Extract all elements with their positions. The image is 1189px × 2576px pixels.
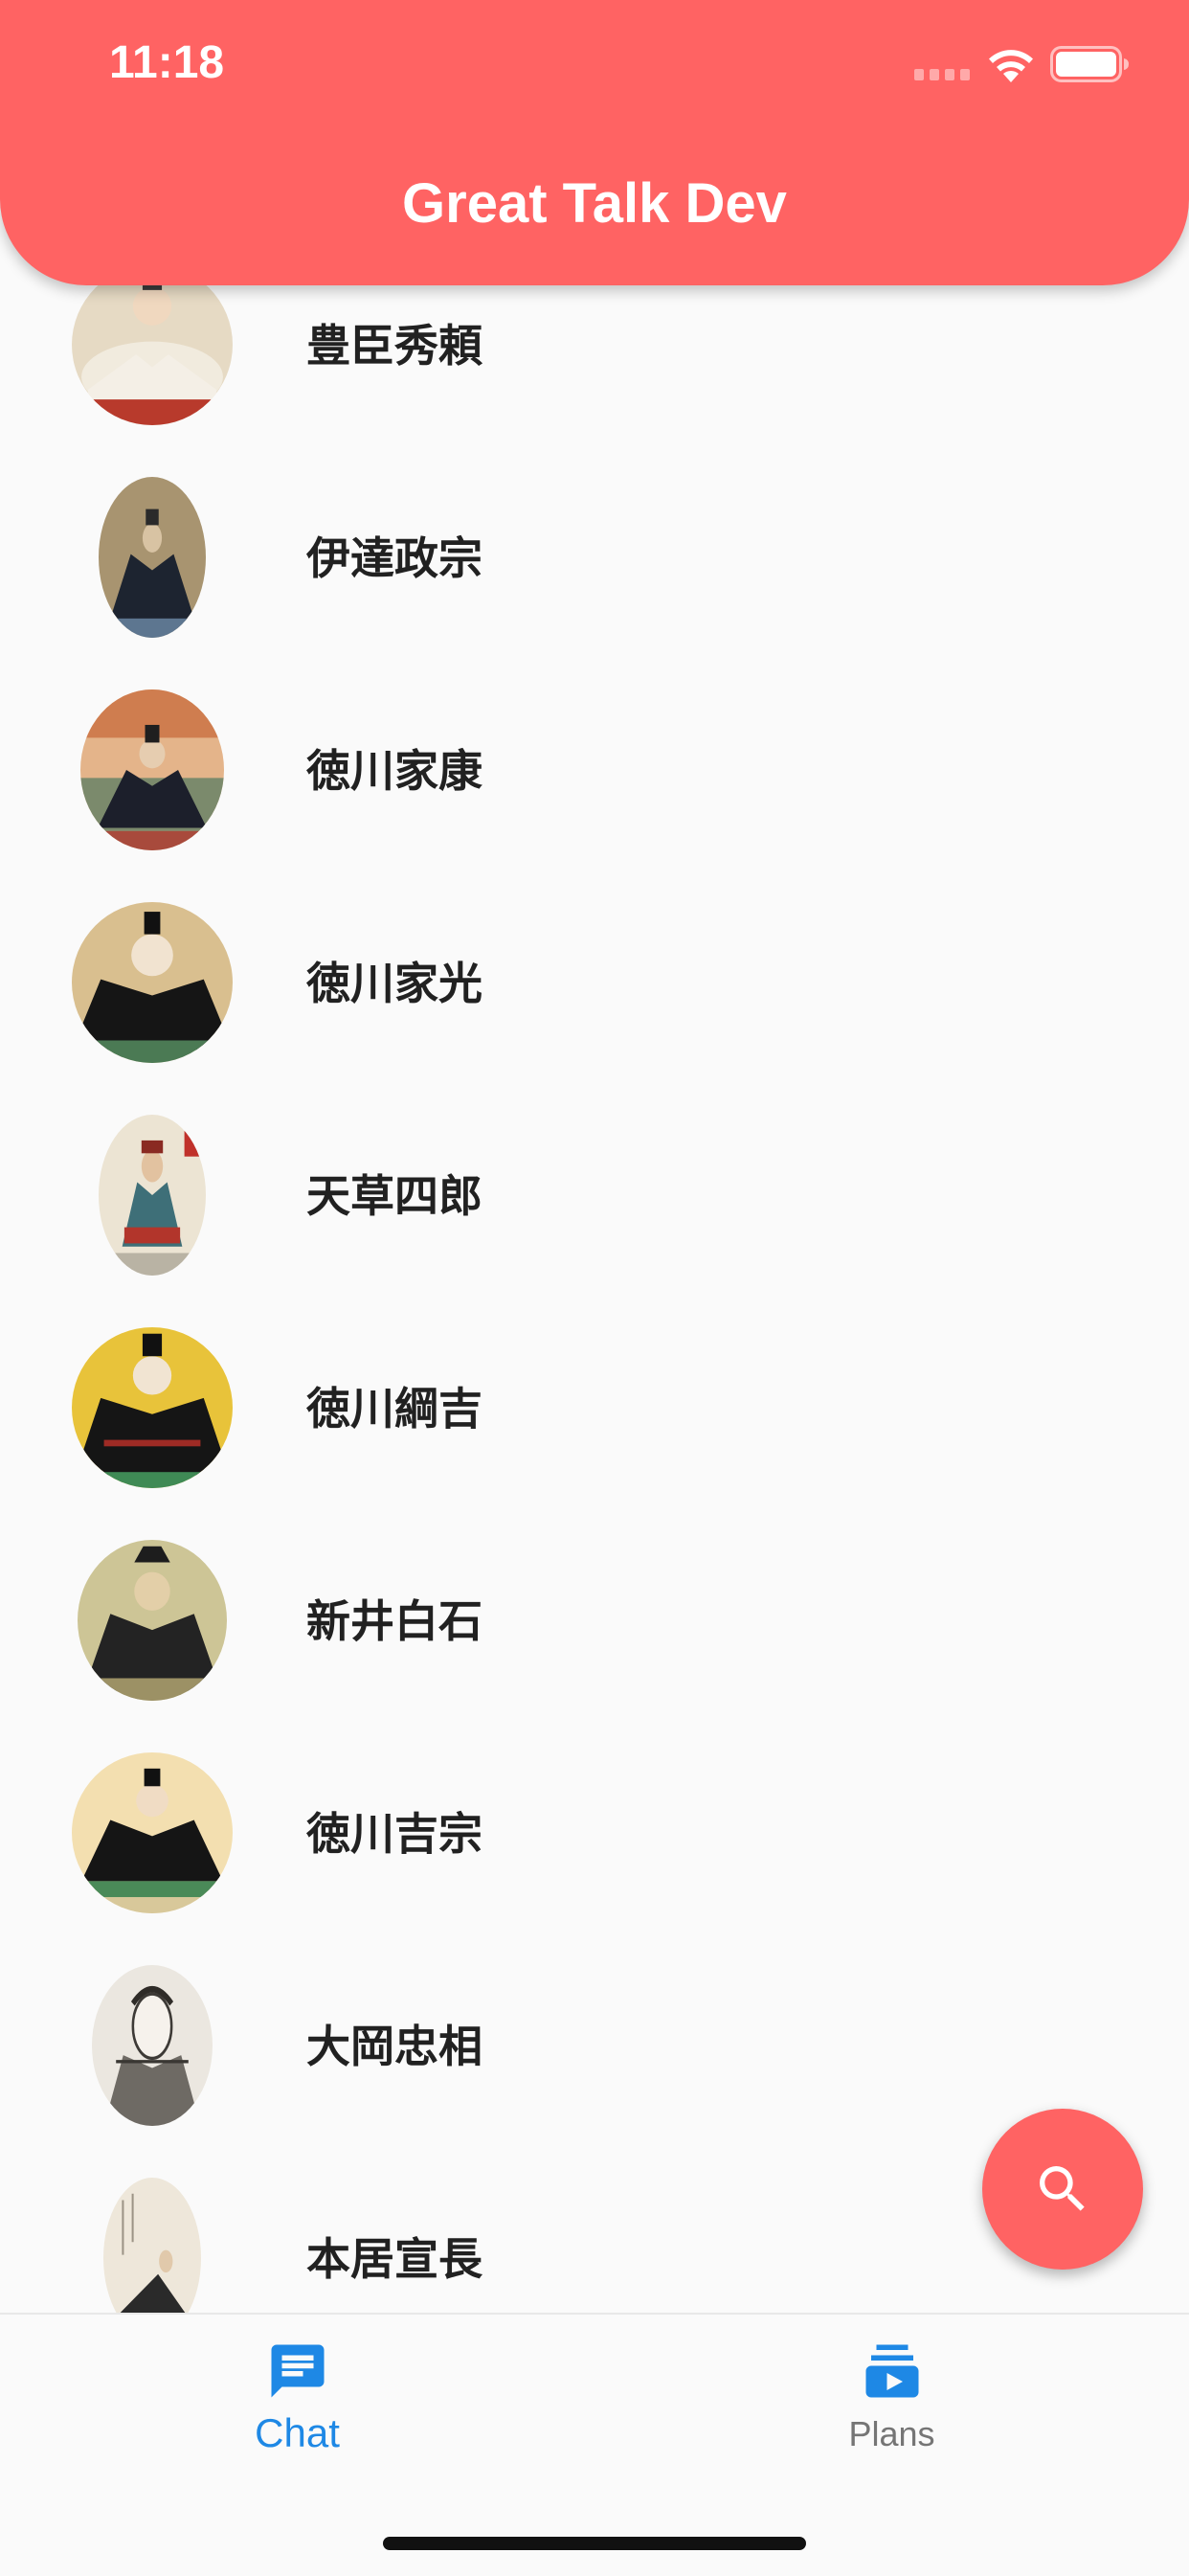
battery-icon — [1050, 46, 1129, 82]
chat-icon — [271, 2344, 325, 2398]
portrait-icon — [78, 1540, 227, 1701]
person-row[interactable]: 徳川家康 — [0, 664, 1189, 876]
portrait-icon — [72, 902, 233, 1063]
nav-item-plans[interactable]: Plans — [594, 2315, 1189, 2506]
portrait-icon — [72, 264, 233, 425]
person-row[interactable]: 伊達政宗 — [0, 451, 1189, 664]
avatar — [99, 1115, 206, 1276]
nav-label-chat: Chat — [255, 2410, 340, 2455]
portrait-icon — [80, 689, 224, 850]
person-name: 大岡忠相 — [306, 2021, 482, 2072]
person-name: 本居宣長 — [306, 2233, 482, 2285]
app-bar: 11:18 Great Talk Dev — [0, 0, 1189, 285]
person-list: 豊臣秀頼 伊達政宗 徳川家康 徳川家光 天草四郎 徳川綱吉 新井白石 徳川吉宗 … — [0, 0, 1189, 2313]
status-time: 11:18 — [109, 37, 225, 88]
avatar — [78, 1540, 227, 1701]
portrait-icon — [99, 477, 206, 638]
bottom-navigation: Chat Plans — [0, 2313, 1189, 2576]
avatar — [80, 689, 224, 850]
home-indicator[interactable] — [383, 2537, 806, 2550]
person-row[interactable]: 新井白石 — [0, 1514, 1189, 1727]
person-name: 豊臣秀頼 — [306, 320, 482, 372]
person-name: 徳川家康 — [306, 745, 482, 797]
avatar — [72, 264, 233, 425]
portrait-icon — [72, 1752, 233, 1913]
avatar — [103, 2178, 201, 2313]
person-row[interactable]: 大岡忠相 — [0, 1939, 1189, 2152]
avatar — [92, 1965, 213, 2126]
person-row[interactable]: 徳川綱吉 — [0, 1301, 1189, 1514]
portrait-icon — [72, 1327, 233, 1488]
avatar — [72, 1752, 233, 1913]
subscriptions-icon — [865, 2344, 919, 2398]
person-name: 天草四郎 — [306, 1170, 482, 1222]
avatar — [99, 477, 206, 638]
app-title: Great Talk Dev — [402, 172, 787, 235]
person-name: 伊達政宗 — [306, 532, 482, 584]
person-name: 徳川家光 — [306, 958, 482, 1009]
person-name: 徳川吉宗 — [306, 1808, 482, 1860]
person-row[interactable]: 徳川家光 — [0, 876, 1189, 1089]
person-row[interactable]: 徳川吉宗 — [0, 1727, 1189, 1939]
nav-label-plans: Plans — [848, 2414, 935, 2453]
portrait-icon — [103, 2178, 201, 2313]
search-button[interactable] — [982, 2109, 1143, 2270]
person-name: 新井白石 — [306, 1595, 482, 1647]
avatar — [72, 902, 233, 1063]
portrait-icon — [99, 1115, 206, 1276]
portrait-icon — [92, 1965, 213, 2126]
person-row[interactable]: 天草四郎 — [0, 1089, 1189, 1301]
wifi-icon — [989, 50, 1033, 82]
search-icon — [1040, 2166, 1085, 2211]
person-name: 徳川綱吉 — [306, 1383, 482, 1435]
nav-item-chat[interactable]: Chat — [0, 2315, 594, 2506]
cellular-signal-icon — [914, 69, 970, 80]
avatar — [72, 1327, 233, 1488]
